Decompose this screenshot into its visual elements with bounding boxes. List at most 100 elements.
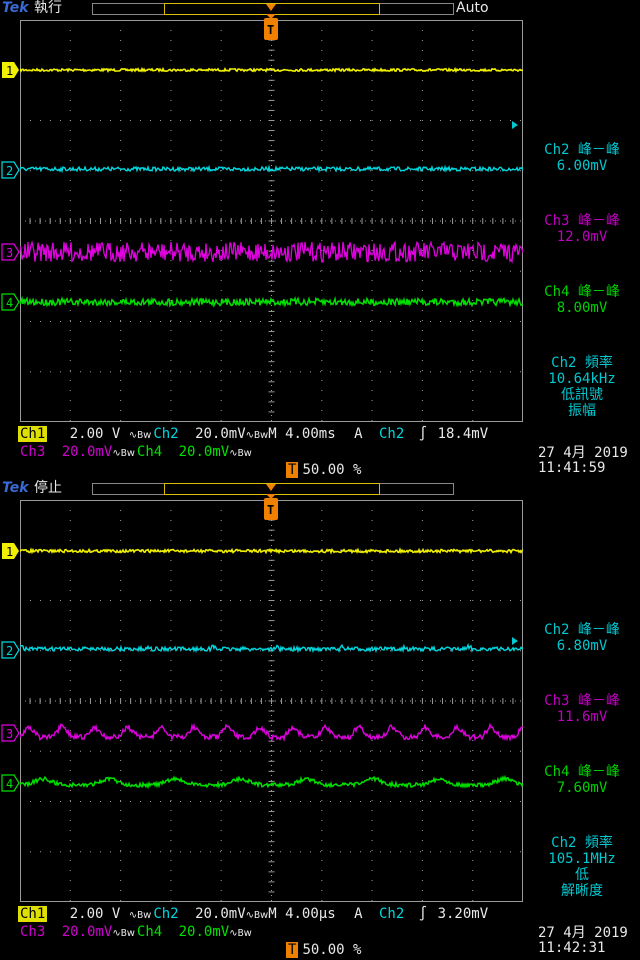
date-time: 27 4月 2019 11:41:59 [538,446,628,476]
ch4-marker-icon: 4 [1,293,20,311]
date-time: 27 4月 2019 11:42:31 [538,926,628,956]
bw-limit-icon: ∿B𝗐 [112,928,135,939]
ch3-marker-label: 3 [6,727,13,741]
trigger-t-icon: T [286,942,299,958]
ch2-peak-peak-measurement: Ch2 峰－峰 6.80mV [526,622,638,654]
ch2-peak-peak-measurement: Ch2 峰－峰 6.00mV [526,142,638,174]
ch1-scale: 2.00 V [69,426,121,442]
bw-limit-icon: ∿B𝗐 [128,910,152,921]
ch2-tag: Ch2 [153,906,179,922]
status-row-2: Ch3 20.0mV∿B𝗐 Ch4 20.0mV∿B𝗐 [18,444,252,462]
ch3-peak-peak-measurement: Ch3 峰－峰 11.6mV [526,693,638,725]
timebase: M 4.00µs [268,906,336,922]
trigger-level: 3.20mV [437,906,489,922]
ch4-marker-label: 4 [6,777,13,791]
trigger-source: Ch2 [378,906,405,922]
freq-line: 振幅 [568,403,596,419]
ch3-pp-label: Ch3 峰－峰 [544,693,620,709]
ch2-frequency-measurement: Ch2 頻率 10.64kHz 低訊號 振幅 [526,355,638,419]
status-row-1: Ch1 2.00 V ∿B𝗐 Ch2 20.0mV∿B𝗐M 4.00ms A Ch… [18,426,488,444]
trigger-level: 18.4mV [437,426,489,442]
bw-limit-icon: ∿B𝗐 [112,448,135,459]
ch2-frequency-measurement: Ch2 頻率 105.1MHz 低 解晰度 [526,835,638,899]
ch3-pp-value: 12.0mV [556,229,608,245]
date-label: 27 4月 2019 [538,925,628,941]
ch1-marker-icon: 1 [2,543,19,559]
ch4-pp-value: 8.00mV [556,300,608,316]
ch1-tag: Ch1 [18,426,48,442]
freq-line: 10.64kHz [548,371,616,387]
trigger-acq-mode: A [354,906,363,922]
ch4-tag: Ch4 [136,444,163,460]
ch2-pp-label: Ch2 峰－峰 [544,142,620,158]
trigger-level-arrow-icon [512,637,518,645]
ch4-scale: 20.0mV [178,444,230,460]
trigger-position-readout: T 50.00 % [286,462,361,478]
ch2-marker-icon: 2 [1,641,20,659]
bw-limit-icon: ∿B𝗐 [128,430,152,441]
trigger-position-readout: T 50.00 % [286,942,361,958]
status-row-1: Ch1 2.00 V ∿B𝗐 Ch2 20.0mV∿B𝗐M 4.00µs A Ch… [18,906,488,924]
trigger-t-icon: T [286,462,299,478]
trigger-position-icon: T [264,4,278,40]
trigger-position-value: 50.00 % [302,462,362,478]
ch1-scale: 2.00 V [69,906,121,922]
ch1-marker-icon: 1 [2,62,19,78]
trigger-marker-label: T [267,503,274,517]
ch2-scale: 20.0mV [195,906,246,922]
ch3-peak-peak-measurement: Ch3 峰－峰 12.0mV [526,213,638,245]
ch3-pp-label: Ch3 峰－峰 [544,213,620,229]
ch4-pp-value: 7.60mV [556,780,608,796]
oscilloscope-screen-1: Tek 執行 Auto 1 2 3 4 T Ch2 峰－峰 6.00mV Ch3… [0,0,640,480]
ch2-marker-label: 2 [6,644,13,658]
freq-line: Ch2 頻率 [551,835,613,851]
ch4-pp-label: Ch4 峰－峰 [544,284,620,300]
freq-line: 解晰度 [561,883,603,899]
trigger-slope-icon: ∫ [418,906,428,922]
ch3-marker-icon: 3 [1,724,20,742]
ch1-marker-label: 1 [6,64,13,78]
ch1-marker-label: 1 [6,545,13,559]
trigger-slope-icon: ∫ [418,426,428,442]
trigger-position-icon: T [264,484,278,520]
ch2-pp-label: Ch2 峰－峰 [544,622,620,638]
ch3-scale: 20.0mV [61,444,113,460]
bw-limit-icon: ∿B𝗐 [245,430,269,441]
oscilloscope-screen-2: Tek 停止 1 2 3 4 T Ch2 峰－峰 6.80mV Ch3 峰－峰 … [0,480,640,960]
freq-line: 低 [575,867,589,883]
date-label: 27 4月 2019 [538,445,628,461]
ch4-marker-label: 4 [6,296,13,310]
ch2-marker-label: 2 [6,164,13,178]
ch3-tag: Ch3 [20,924,46,940]
ch2-pp-value: 6.80mV [556,638,608,654]
ch4-peak-peak-measurement: Ch4 峰－峰 8.00mV [526,284,638,316]
bw-limit-icon: ∿B𝗐 [229,928,252,939]
trigger-source: Ch2 [378,426,405,442]
trigger-position-value: 50.00 % [302,942,362,958]
ch3-scale: 20.0mV [61,924,113,940]
ch3-pp-value: 11.6mV [556,709,608,725]
timebase: M 4.00ms [268,426,336,442]
ch2-tag: Ch2 [153,426,179,442]
ch4-tag: Ch4 [136,924,163,940]
ch2-pp-value: 6.00mV [556,158,608,174]
ch3-tag: Ch3 [20,444,46,460]
ch3-marker-icon: 3 [1,243,20,261]
ch4-scale: 20.0mV [178,924,230,940]
ch2-scale: 20.0mV [195,426,246,442]
time-label: 11:41:59 [538,460,606,476]
trigger-level-arrow-icon [512,121,518,129]
ch3-marker-label: 3 [6,246,13,260]
ch4-pp-label: Ch4 峰－峰 [544,764,620,780]
trigger-marker-label: T [267,23,274,37]
trigger-acq-mode: A [354,426,363,442]
bw-limit-icon: ∿B𝗐 [245,910,269,921]
status-row-2: Ch3 20.0mV∿B𝗐 Ch4 20.0mV∿B𝗐 [18,924,252,942]
ch4-marker-icon: 4 [1,774,20,792]
ch2-marker-icon: 2 [1,161,20,179]
bw-limit-icon: ∿B𝗐 [229,448,252,459]
ch4-peak-peak-measurement: Ch4 峰－峰 7.60mV [526,764,638,796]
freq-line: 105.1MHz [548,851,616,867]
time-label: 11:42:31 [538,940,606,956]
ch1-tag: Ch1 [18,906,48,922]
